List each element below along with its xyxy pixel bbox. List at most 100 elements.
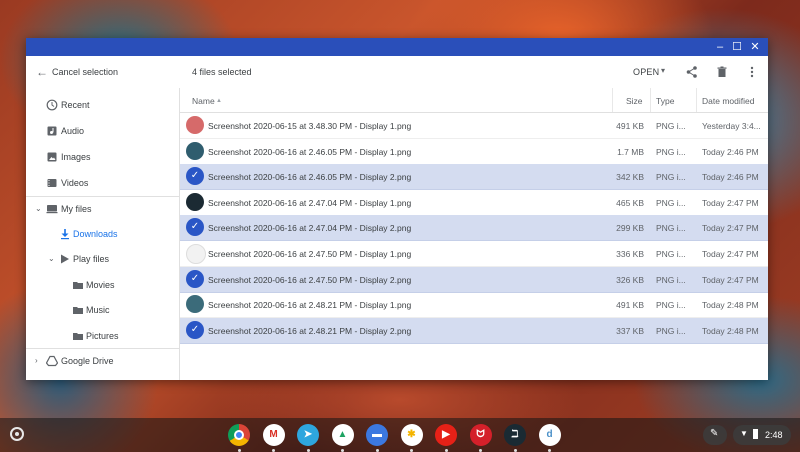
file-thumbnail[interactable] — [186, 192, 204, 211]
open-button[interactable]: OPEN — [633, 67, 659, 77]
folder-icon — [73, 333, 83, 340]
file-size: 336 KB — [616, 249, 644, 259]
open-dropdown-icon[interactable]: ▾ — [661, 66, 665, 75]
images-icon — [47, 152, 57, 162]
google-drive-icon[interactable]: ▲ — [331, 424, 354, 446]
sidebar-item-images[interactable]: Images — [26, 147, 179, 167]
file-thumbnail[interactable] — [186, 244, 206, 264]
column-header-size[interactable]: Size — [626, 96, 643, 106]
file-type: PNG i... — [656, 300, 686, 311]
column-divider — [696, 88, 697, 112]
folder-icon — [73, 307, 83, 314]
stylus-tools-button[interactable]: ✎ — [703, 425, 727, 445]
files-icon[interactable]: ▬ — [366, 424, 388, 446]
sidebar-item-audio[interactable]: Audio — [26, 121, 179, 141]
selection-count: 4 files selected — [192, 67, 252, 77]
sidebar-item-label: Google Drive — [61, 356, 114, 366]
file-row[interactable]: ✓ Screenshot 2020-06-16 at 2.47.50 PM - D… — [180, 266, 768, 293]
sidebar-item-google-drive[interactable]: › Google Drive — [26, 351, 179, 371]
file-size: 491 KB — [616, 300, 644, 311]
column-header-name[interactable]: Name — [192, 96, 215, 106]
acrobat-icon[interactable]: ᗢ — [469, 424, 492, 446]
battery-icon — [753, 429, 758, 439]
gmail-icon[interactable]: M — [262, 424, 285, 446]
navigation-sidebar: Recent Audio Images Videos ⌄ My files Do… — [26, 88, 180, 380]
file-size: 326 KB — [616, 274, 644, 285]
file-name: Screenshot 2020-06-16 at 2.48.21 PM - Di… — [208, 325, 412, 336]
delete-icon[interactable] — [715, 65, 729, 79]
clock-time: 2:48 — [765, 430, 783, 440]
sidebar-divider — [26, 196, 179, 197]
dashlane-icon[interactable]: ℶ — [504, 424, 526, 446]
window-titlebar[interactable]: – ☐ ✕ — [26, 38, 768, 56]
chevron-down-icon[interactable]: ⌄ — [35, 204, 42, 213]
file-type: PNG i... — [656, 121, 686, 131]
youtube-icon[interactable]: ▶ — [435, 424, 457, 446]
file-row[interactable]: Screenshot 2020-06-16 at 2.48.21 PM - Di… — [180, 292, 768, 319]
telegram-icon[interactable]: ➤ — [297, 424, 319, 446]
file-row[interactable]: ✓ Screenshot 2020-06-16 at 2.46.05 PM - D… — [180, 164, 768, 191]
file-size: 491 KB — [616, 121, 644, 131]
file-name: Screenshot 2020-06-16 at 2.46.05 PM - Di… — [208, 172, 412, 183]
sort-ascending-icon[interactable]: ▲ — [216, 98, 222, 104]
folder-icon — [73, 282, 83, 289]
sidebar-item-label: Images — [61, 152, 91, 162]
google-photos-icon[interactable]: ✱ — [400, 424, 423, 446]
chrome-icon[interactable] — [228, 424, 250, 446]
sidebar-item-recent[interactable]: Recent — [26, 95, 179, 115]
computer-icon — [46, 205, 58, 214]
column-header-date-modified[interactable]: Date modified — [702, 96, 754, 106]
selected-check-icon[interactable]: ✓ — [186, 218, 204, 237]
status-tray[interactable]: ▼ 2:48 — [733, 425, 791, 445]
file-size: 1.7 MB — [617, 146, 644, 157]
sidebar-item-play-files[interactable]: ⌄ Play files — [26, 249, 179, 269]
google-drive-icon — [46, 355, 58, 367]
minimize-icon[interactable]: – — [714, 41, 726, 53]
selection-toolbar: ← Cancel selection 4 files selected OPEN… — [26, 56, 768, 88]
file-date-modified: Today 2:47 PM — [702, 223, 759, 234]
wifi-icon: ▼ — [740, 429, 748, 438]
selected-check-icon[interactable]: ✓ — [186, 167, 204, 186]
cancel-selection-button[interactable]: Cancel selection — [52, 67, 118, 77]
chevron-down-icon[interactable]: ⌄ — [48, 254, 55, 263]
file-name: Screenshot 2020-06-16 at 2.47.50 PM - Di… — [208, 249, 412, 259]
file-name: Screenshot 2020-06-16 at 2.48.21 PM - Di… — [208, 300, 412, 311]
share-icon[interactable] — [685, 65, 699, 79]
file-row[interactable]: Screenshot 2020-06-16 at 2.47.50 PM - Di… — [180, 241, 768, 267]
file-date-modified: Yesterday 3:4... — [702, 121, 761, 131]
file-row[interactable]: ✓ Screenshot 2020-06-16 at 2.48.21 PM - D… — [180, 317, 768, 344]
chrome-center — [234, 430, 244, 440]
back-arrow-icon[interactable]: ← — [36, 65, 48, 79]
file-date-modified: Today 2:46 PM — [702, 172, 759, 183]
chevron-right-icon[interactable]: › — [35, 356, 38, 365]
sidebar-item-pictures[interactable]: Pictures — [26, 326, 179, 346]
file-row[interactable]: Screenshot 2020-06-15 at 3.48.30 PM - Di… — [180, 113, 768, 139]
download-icon — [61, 229, 69, 240]
file-row[interactable]: ✓ Screenshot 2020-06-16 at 2.47.04 PM - D… — [180, 215, 768, 242]
file-thumbnail[interactable] — [186, 141, 204, 160]
selected-check-icon[interactable]: ✓ — [186, 320, 204, 339]
sidebar-item-downloads[interactable]: Downloads — [26, 224, 179, 244]
close-icon[interactable]: ✕ — [749, 41, 761, 53]
file-size: 337 KB — [616, 325, 644, 336]
file-row[interactable]: Screenshot 2020-06-16 at 2.47.04 PM - Di… — [180, 190, 768, 216]
file-list: Name ▲ Size Type Date modified Screensho… — [180, 88, 768, 380]
dict-icon[interactable]: d — [538, 424, 561, 446]
column-header-type[interactable]: Type — [656, 96, 674, 106]
launcher-icon[interactable] — [10, 427, 24, 441]
sidebar-item-music[interactable]: Music — [26, 300, 179, 320]
more-options-icon[interactable] — [745, 65, 759, 79]
sidebar-item-label: Recent — [61, 100, 90, 110]
shelf: M ➤ ▲ ▬ ✱ ▶ ᗢ ℶ d ✎ ▼ 2:48 — [0, 418, 800, 452]
sidebar-item-movies[interactable]: Movies — [26, 275, 179, 295]
file-row[interactable]: Screenshot 2020-06-16 at 2.46.05 PM - Di… — [180, 139, 768, 165]
file-thumbnail[interactable] — [186, 295, 204, 314]
maximize-icon[interactable]: ☐ — [731, 41, 743, 53]
play-store-icon — [61, 254, 69, 264]
file-thumbnail[interactable] — [186, 116, 204, 134]
sidebar-item-my-files[interactable]: ⌄ My files — [26, 199, 179, 219]
clock-icon — [46, 99, 58, 111]
file-type: PNG i... — [656, 223, 686, 234]
sidebar-item-videos[interactable]: Videos — [26, 173, 179, 193]
selected-check-icon[interactable]: ✓ — [186, 269, 204, 288]
